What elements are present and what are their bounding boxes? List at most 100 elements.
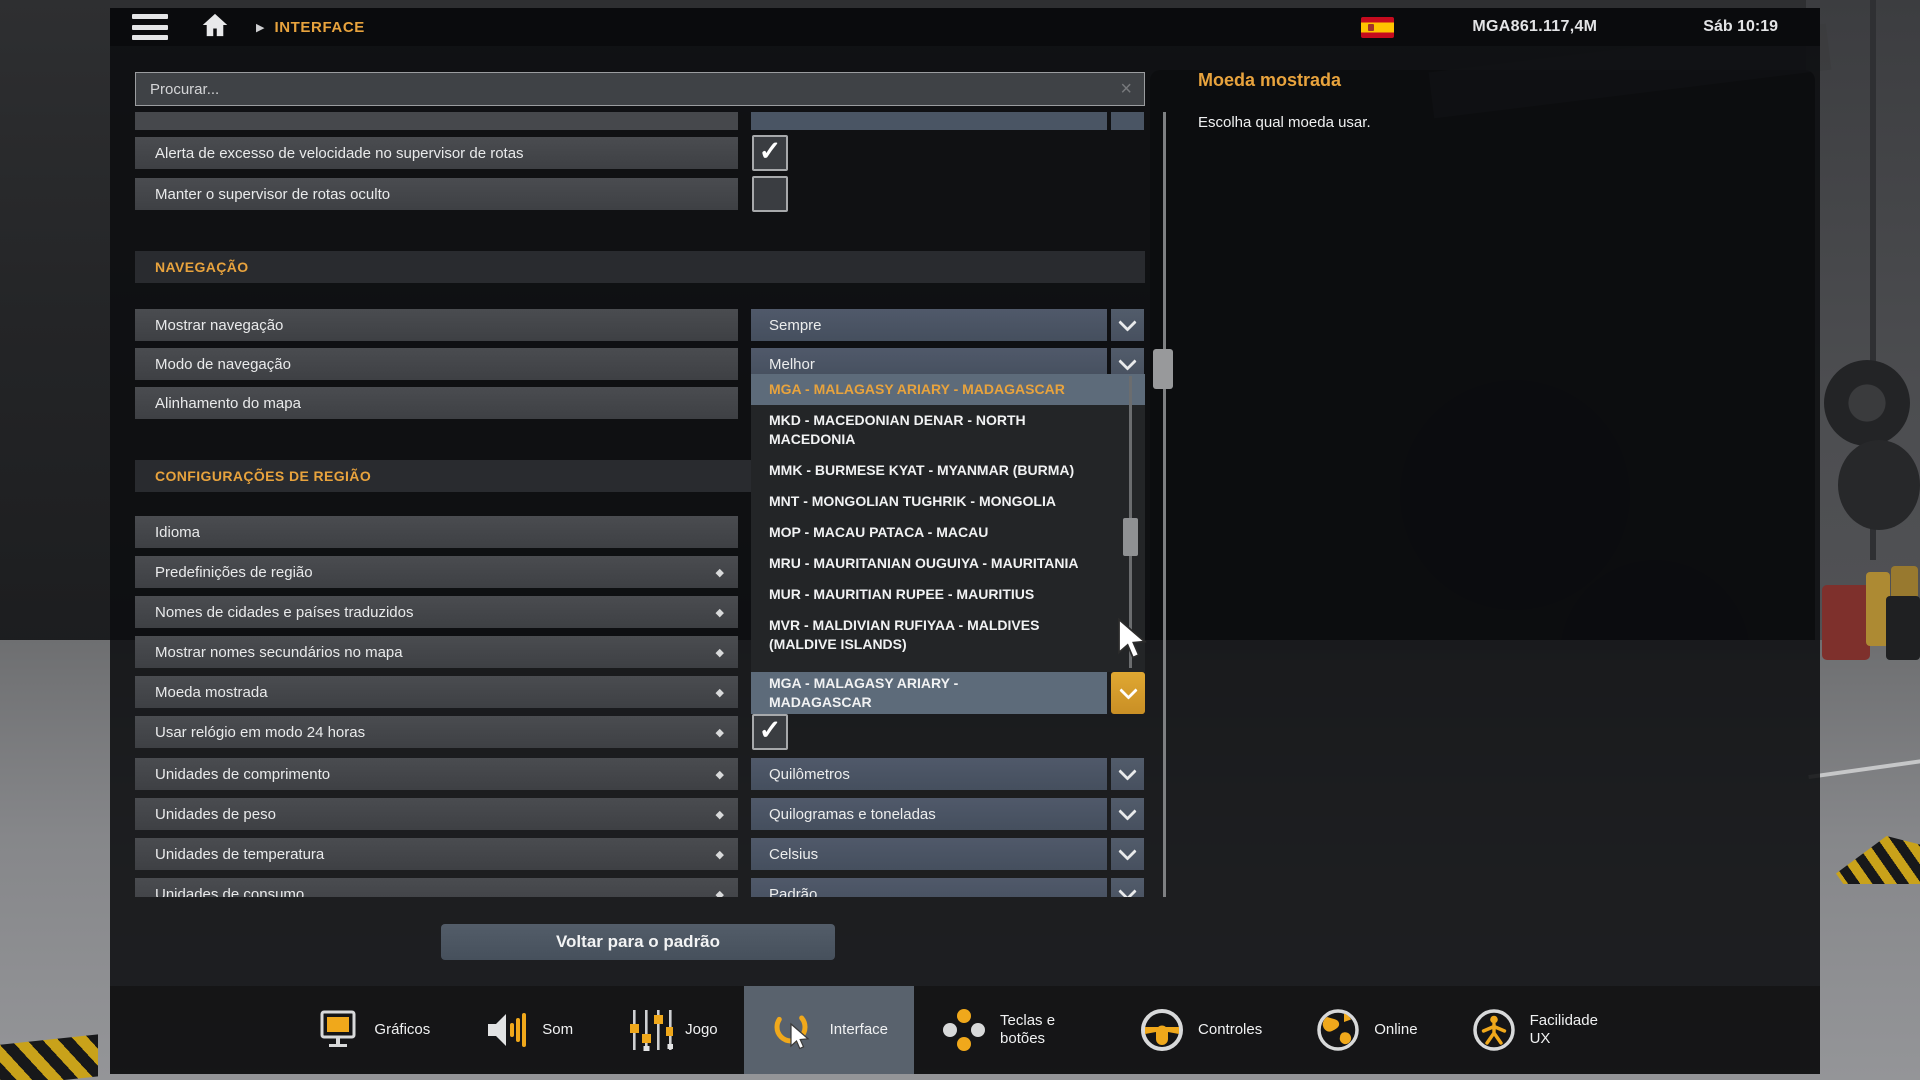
setting-label: Mostrar nomes secundários no mapa (155, 644, 403, 661)
setting-label-box[interactable]: Moeda mostrada ◆ (135, 676, 738, 708)
dropdown-chevron-button[interactable] (1111, 878, 1144, 897)
setting-label-box[interactable]: Idioma (135, 516, 738, 548)
setting-label: Manter o supervisor de rotas oculto (155, 186, 390, 203)
setting-label-box[interactable]: Alinhamento do mapa (135, 387, 738, 419)
checkbox[interactable] (752, 176, 788, 212)
dropdown-scrollbar-handle[interactable] (1123, 518, 1138, 556)
currency-dropdown-chevron-button[interactable] (1111, 672, 1145, 714)
dropdown-field[interactable]: Sempre (751, 309, 1107, 341)
currency-option[interactable]: MRU - MAURITANIAN OUGUIYA - MAURITANIA (751, 548, 1145, 579)
currency-dropdown-list: MGA - MALAGASY ARIARY - MADAGASCAR MKD -… (751, 374, 1145, 672)
tab-interface[interactable]: Interface (744, 986, 914, 1074)
tab-teclas-e-botoes[interactable]: Teclas e botões (914, 986, 1112, 1074)
setting-label-box[interactable]: Unidades de consumo ◆ (135, 878, 738, 897)
tab-graficos[interactable]: Gráficos (288, 986, 456, 1074)
reset-to-default-button[interactable]: Voltar para o padrão (441, 924, 835, 960)
dropdown-chevron-button[interactable] (1111, 838, 1144, 870)
dropdown-value: Melhor (769, 356, 815, 373)
settings-scrollbar-track[interactable] (1163, 112, 1166, 897)
setting-label-box[interactable]: Unidades de peso ◆ (135, 798, 738, 830)
setting-label-box[interactable]: Alerta de excesso de velocidade no super… (135, 137, 738, 169)
settings-scrollbar-handle[interactable] (1153, 349, 1173, 389)
tab-facilidade-ux[interactable]: Facilidade UX (1444, 986, 1642, 1074)
setting-label-box[interactable]: Predefinições de região ◆ (135, 556, 738, 588)
diamond-icon: ◆ (716, 888, 724, 898)
dropdown-value: Celsius (769, 846, 818, 863)
diamond-icon: ◆ (716, 686, 724, 699)
dropdown-value: Quilômetros (769, 766, 850, 783)
breadcrumb-arrow-icon: ▶ (256, 21, 264, 34)
breadcrumb: INTERFACE (274, 19, 364, 36)
clipped-label-box[interactable] (135, 112, 738, 130)
checkbox[interactable]: ✓ (752, 714, 788, 750)
setting-label-box[interactable]: Mostrar navegação (135, 309, 738, 341)
mouse-cursor (1116, 618, 1152, 669)
top-bar: ▶ INTERFACE MGA861.117,4M Sáb 10:19 (110, 8, 1820, 46)
diamond-icon: ◆ (716, 848, 724, 861)
clipped-dropdown[interactable] (751, 112, 1107, 130)
dropdown-field[interactable]: Padrão (751, 878, 1107, 897)
game-clock: Sáb 10:19 (1703, 18, 1778, 36)
currency-option[interactable]: MOP - MACAU PATACA - MACAU (751, 517, 1145, 548)
currency-option[interactable]: MGA - MALAGASY ARIARY - MADAGASCAR (751, 374, 1145, 405)
search-input[interactable] (136, 81, 1108, 98)
setting-label-box[interactable]: Nomes de cidades e países traduzidos ◆ (135, 596, 738, 628)
setting-label-box[interactable]: Manter o supervisor de rotas oculto (135, 178, 738, 210)
currency-option[interactable]: MUR - MAURITIAN RUPEE - MAURITIUS (751, 579, 1145, 610)
dropdown-chevron-button[interactable] (1111, 798, 1144, 830)
chevron-down-icon (1118, 313, 1136, 331)
chevron-down-icon (1119, 681, 1137, 699)
currency-selected-line1: MGA - MALAGASY ARIARY - (769, 674, 1097, 693)
dropdown-field[interactable]: Quilômetros (751, 758, 1107, 790)
settings-row: Unidades de temperatura ◆ Celsius (135, 838, 1145, 870)
setting-label-box[interactable]: Unidades de temperatura ◆ (135, 838, 738, 870)
dropdown-value: Padrão (769, 886, 817, 898)
tab-online[interactable]: Online (1288, 986, 1443, 1074)
currency-option[interactable]: MKD - MACEDONIAN DENAR - NORTH MACEDONIA (751, 405, 1145, 455)
dropdown-field[interactable]: Quilogramas e toneladas (751, 798, 1107, 830)
setting-label: Predefinições de região (155, 564, 313, 581)
tab-som[interactable]: Som (456, 986, 599, 1074)
setting-label: Alerta de excesso de velocidade no super… (155, 145, 524, 162)
red-barrel (1822, 585, 1870, 660)
settings-row: Usar relógio em modo 24 horas ◆ ✓ (135, 716, 1145, 750)
options-tab-bar: Gráficos Som Jogo Interface Teclas e bot… (110, 986, 1820, 1074)
dropdown-field[interactable]: Celsius (751, 838, 1107, 870)
menu-icon[interactable] (132, 14, 168, 40)
globe-icon (1314, 1006, 1362, 1054)
setting-label-box[interactable]: Mostrar nomes secundários no mapa ◆ (135, 636, 738, 668)
dark-barrel (1886, 596, 1920, 660)
clipped-dropdown-button[interactable] (1111, 112, 1144, 130)
steering-wheel-icon (1138, 1006, 1186, 1054)
tab-controles[interactable]: Controles (1112, 986, 1288, 1074)
tab-jogo[interactable]: Jogo (599, 986, 744, 1074)
checkbox[interactable]: ✓ (752, 135, 788, 171)
setting-label-box[interactable]: Unidades de comprimento ◆ (135, 758, 738, 790)
currency-option[interactable]: MMK - BURMESE KYAT - MYANMAR (BURMA) (751, 455, 1145, 486)
diamond-icon: ◆ (716, 726, 724, 739)
currency-option[interactable]: MNT - MONGOLIAN TUGHRIK - MONGOLIA (751, 486, 1145, 517)
currency-option[interactable]: MVR - MALDIVIAN RUFIYAA - MALDIVES (MALD… (751, 610, 1145, 660)
setting-label: Alinhamento do mapa (155, 395, 301, 412)
setting-label: Idioma (155, 524, 200, 541)
currency-selected-field[interactable]: MGA - MALAGASY ARIARY - MADAGASCAR (751, 672, 1107, 714)
setting-label-box[interactable]: Modo de navegação (135, 348, 738, 380)
setting-label: Mostrar navegação (155, 317, 283, 334)
setting-label: Modo de navegação (155, 356, 291, 373)
home-button[interactable] (200, 11, 230, 44)
chevron-down-icon (1118, 762, 1136, 780)
spain-flag-icon[interactable] (1361, 17, 1394, 38)
dropdown-value: Sempre (769, 317, 822, 334)
help-panel-description: Escolha qual moeda usar. (1198, 114, 1371, 131)
chevron-down-icon (1118, 802, 1136, 820)
help-panel-title: Moeda mostrada (1198, 70, 1341, 91)
clear-search-icon[interactable]: × (1108, 78, 1144, 101)
dropdown-chevron-button[interactable] (1111, 758, 1144, 790)
flag-crest (1368, 24, 1374, 31)
dropdown-value: Quilogramas e toneladas (769, 806, 936, 823)
dropdown-chevron-button[interactable] (1111, 309, 1144, 341)
section-header-navigation: NAVEGAÇÃO (135, 251, 1145, 283)
setting-label-box[interactable]: Usar relógio em modo 24 horas ◆ (135, 716, 738, 748)
checkmark-icon: ✓ (759, 138, 782, 165)
cursor-click-icon (770, 1006, 818, 1054)
